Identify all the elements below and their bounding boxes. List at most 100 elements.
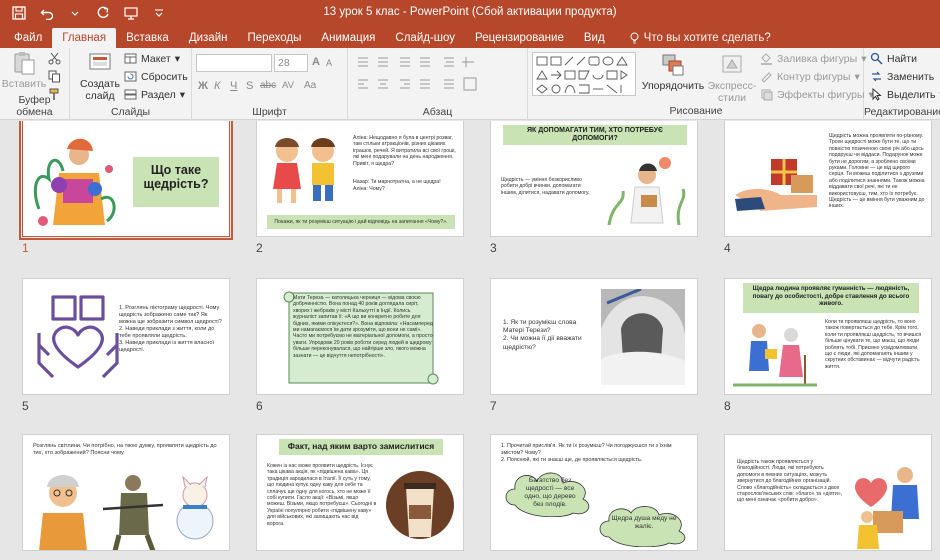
save-button[interactable] <box>8 3 30 23</box>
font-size-combo[interactable]: 28 <box>274 54 308 72</box>
slide-number-8: 8 <box>724 399 731 413</box>
tab-design[interactable]: Дизайн <box>179 28 238 48</box>
slide-10-title: Факт, над яким варто замислитися <box>287 441 435 451</box>
search-icon <box>870 52 883 65</box>
shrink-font-button[interactable]: A <box>326 58 332 68</box>
paragraph-group-label: Абзац <box>422 106 453 118</box>
slide-thumbnail-11[interactable]: 1. Прочитай прислів'я. Як ти їх розумієш… <box>490 434 698 551</box>
slide-1-title: Що таке щедрість? <box>143 163 209 191</box>
shadow-button[interactable]: S <box>246 80 253 92</box>
quick-styles-button[interactable]: Экспресс- стили <box>704 52 760 104</box>
new-slide-button[interactable]: Создать слайд <box>80 50 120 102</box>
font-size-value: 28 <box>278 57 290 69</box>
underline-button[interactable]: Ч <box>230 80 237 92</box>
slide-thumbnail-6[interactable]: Мати Тереза — католицька черниця — відом… <box>256 278 464 395</box>
select-button[interactable]: Выделить▾ <box>870 88 940 101</box>
shape-effects-button[interactable]: Эффекты фигуры ▾ <box>760 88 874 101</box>
section-label: Раздел <box>141 88 176 101</box>
font-group-label: Шрифт <box>252 106 287 118</box>
arrange-label: Упорядочить <box>641 80 705 92</box>
slide-thumbnail-10[interactable]: Факт, над яким варто замислитися Кожен і… <box>256 434 464 551</box>
undo-button[interactable] <box>36 3 58 23</box>
replace-button[interactable]: Заменить <box>870 70 934 83</box>
slide-thumbnail-1[interactable]: Що таке щедрість? <box>19 121 233 240</box>
slide-11-proverb-1: Багатство без щедрості — все одно, що де… <box>524 477 576 508</box>
slide-8-text: Коли ти проявляєш щедрість, то воно тако… <box>825 319 922 370</box>
tab-review[interactable]: Рецензирование <box>465 28 574 48</box>
arrange-button[interactable]: Упорядочить <box>642 52 704 92</box>
font-name-combo[interactable] <box>196 54 272 72</box>
paste-button[interactable]: Вставить <box>2 50 46 90</box>
slideshow-icon <box>124 7 138 20</box>
select-label: Выделить <box>887 88 936 101</box>
shapes-gallery[interactable] <box>532 52 636 96</box>
slide-1-illustration <box>33 138 116 226</box>
find-button[interactable]: Найти <box>870 52 917 65</box>
paragraph-controls-icon <box>358 57 477 91</box>
quick-styles-label-2: стили <box>718 92 746 104</box>
chevron-down-icon: ▾ <box>179 88 185 101</box>
clipboard-group: Вставить Буфер обмена <box>0 48 70 120</box>
slide-thumbnail-9[interactable]: Розглянь світлини. Чи потрібно, на твою … <box>22 434 230 551</box>
chevron-down-icon: ▾ <box>854 70 860 83</box>
tell-me-box[interactable]: Что вы хотите сделать? <box>615 28 771 48</box>
customize-qat-button[interactable] <box>148 3 170 23</box>
bold-button[interactable]: Ж <box>198 80 208 92</box>
slide-thumbnail-4[interactable]: Щедрість можна проявляти по-різному. Тро… <box>724 121 932 237</box>
char-spacing-button[interactable]: AV <box>282 80 294 91</box>
copy-icon <box>48 70 60 83</box>
slide-thumbnail-5[interactable]: 1. Розглянь піктограму щедрості. Чому ще… <box>22 278 230 395</box>
chevron-down-icon <box>71 11 79 16</box>
find-label: Найти <box>887 52 917 65</box>
chevron-down-icon: ▾ <box>174 52 180 65</box>
slide-number-4: 4 <box>724 241 731 255</box>
slides-group: Создать слайд Макет ▾ Сбросить Раздел ▾ Сл… <box>70 48 192 120</box>
slide-thumbnail-8[interactable]: Щедра людина проявляє гуманність — людян… <box>724 278 932 395</box>
slide-4-illustration <box>735 159 817 211</box>
tab-slideshow[interactable]: Слайд-шоу <box>385 28 465 48</box>
slide-4-text: Щедрість можна проявляти по-різному. Тро… <box>829 133 925 210</box>
tab-view[interactable]: Вид <box>574 28 615 48</box>
slide-thumbnail-12[interactable]: Щедрість також проявляється у благодійно… <box>724 434 932 551</box>
slide-2-illustration <box>273 138 335 203</box>
lightbulb-icon <box>630 32 639 44</box>
slide-8-illustration <box>733 324 817 387</box>
shape-effects-label: Эффекты фигуры <box>777 88 865 101</box>
italic-button[interactable]: К <box>214 80 220 92</box>
slide-number-2: 2 <box>256 241 263 255</box>
cut-button[interactable] <box>48 52 61 65</box>
tab-home[interactable]: Главная <box>52 28 117 48</box>
change-case-button[interactable]: Aa <box>304 80 316 91</box>
quick-styles-icon <box>722 55 742 73</box>
layout-button[interactable]: Макет ▾ <box>124 52 180 65</box>
slide-thumbnail-7[interactable]: 1. Як ти розумієш слова Матері Терези? 2… <box>490 278 698 395</box>
slide-12-charity-illustration <box>855 467 919 549</box>
slides-group-label: Слайды <box>110 106 151 118</box>
strikethrough-button[interactable]: abc <box>260 80 276 91</box>
new-slide-icon <box>89 53 111 70</box>
slide-5-text: 1. Розглянь піктограму щедрості. Чому ще… <box>119 305 222 353</box>
title-bar: 13 урок 5 клас - PowerPoint (Сбой актива… <box>0 0 940 26</box>
new-slide-label-1: Создать <box>80 78 120 90</box>
layout-icon <box>124 53 137 64</box>
slide-thumbnail-3[interactable]: ЯК ДОПОМАГАТИ ТИМ, ХТО ПОТРЕБУЄ ДОПОМОГИ… <box>490 121 698 237</box>
grow-font-button[interactable]: A <box>312 56 320 68</box>
redo-button[interactable] <box>92 3 114 23</box>
shape-fill-button[interactable]: Заливка фигуры ▾ <box>760 52 866 65</box>
tab-insert[interactable]: Вставка <box>116 28 179 48</box>
slide-2-footer: Покажи, як ти розумієш ситуацію і дай ві… <box>274 219 448 225</box>
clipboard-group-label: Буфер обмена <box>16 94 53 118</box>
copy-button[interactable] <box>48 70 61 83</box>
slide-11-text: 1. Прочитай прислів'я. Як ти їх розумієш… <box>501 443 672 463</box>
start-slideshow-button[interactable] <box>120 3 142 23</box>
quick-styles-label-1: Экспресс- <box>707 80 757 92</box>
slide-thumbnail-2[interactable]: Аліна: Нещодавно я була в центрі розваг,… <box>256 121 464 237</box>
tab-transitions[interactable]: Переходы <box>237 28 311 48</box>
slide-2-dialog-2: Назар: Ти марнотратна, а не щедра! <box>353 179 441 185</box>
shape-outline-button[interactable]: Контур фигуры ▾ <box>760 70 860 83</box>
tab-file[interactable]: Файл <box>4 28 52 48</box>
tab-animations[interactable]: Анимация <box>311 28 385 48</box>
reset-button[interactable]: Сбросить <box>124 70 188 83</box>
section-button[interactable]: Раздел ▾ <box>124 88 185 101</box>
undo-dropdown[interactable] <box>64 3 86 23</box>
